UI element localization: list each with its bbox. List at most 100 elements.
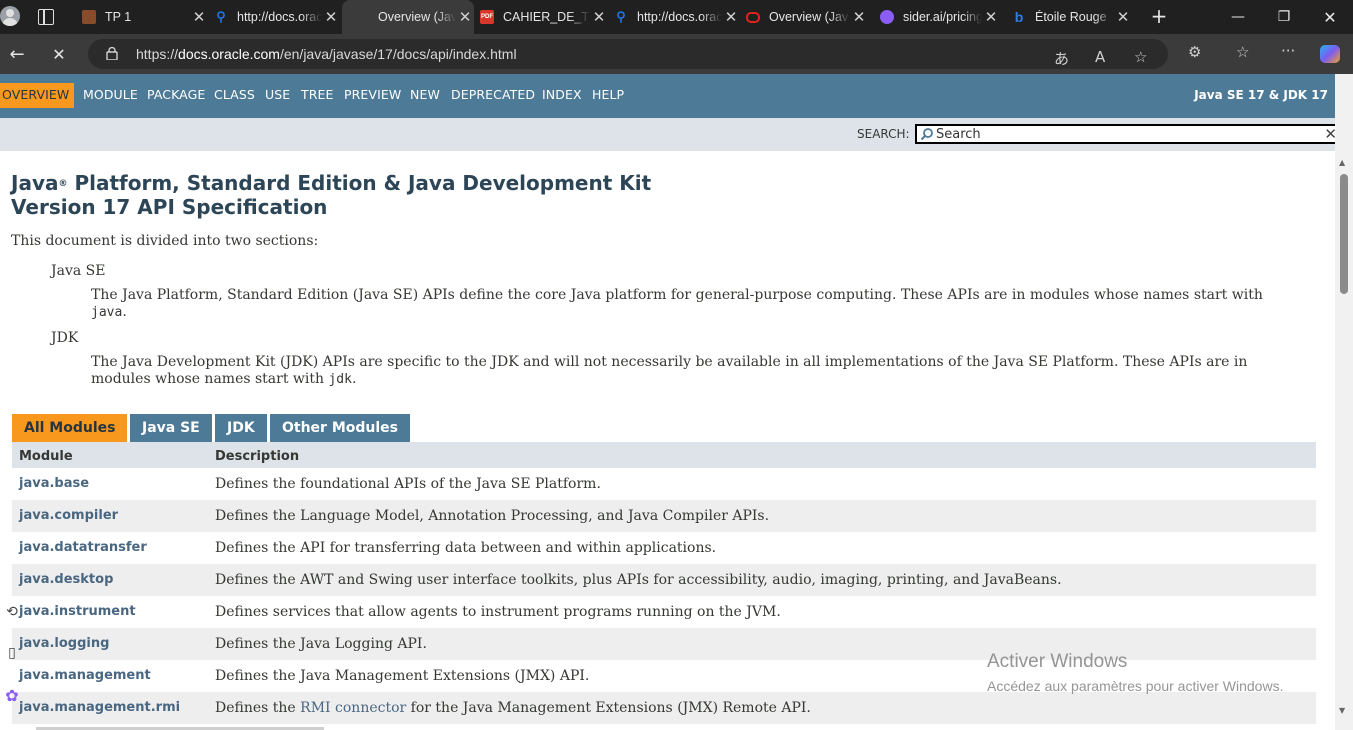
nav-class[interactable]: CLASS xyxy=(214,87,255,102)
close-tab-icon[interactable]: ✕ xyxy=(590,8,608,26)
tab-title: Overview (Java SE 17) xyxy=(378,10,456,24)
module-description: Defines the AWT and Swing user interface… xyxy=(215,572,1062,588)
browser-tab[interactable]: sider.ai/pricing ✕ xyxy=(880,0,1000,34)
page-title: Java® Platform, Standard Edition & Java … xyxy=(11,171,652,219)
nav-overview[interactable]: OVERVIEW xyxy=(0,83,75,108)
search-input[interactable] xyxy=(936,126,1316,142)
scroll-up-icon[interactable]: ▲ xyxy=(1339,158,1345,167)
section-term-jdk: JDK xyxy=(51,330,79,346)
reader-book-icon[interactable]: ▯ xyxy=(2,643,22,663)
nav-use[interactable]: USE xyxy=(265,87,290,102)
browser-tab[interactable]: Overview (Java SE 17) ✕ xyxy=(746,0,868,34)
nav-module[interactable]: MODULE xyxy=(83,87,138,102)
nav-preview[interactable]: PREVIEW xyxy=(344,87,401,102)
oracle-favicon-icon xyxy=(746,11,760,23)
module-link[interactable]: java.base xyxy=(19,476,89,491)
intro-text: This document is divided into two sectio… xyxy=(11,233,319,249)
module-link[interactable]: java.instrument xyxy=(19,604,136,619)
tp-favicon-icon xyxy=(82,10,96,24)
windows-activation-watermark: Activer Windows Accédez aux paramètres p… xyxy=(987,651,1283,694)
top-navigation: OVERVIEW MODULE PACKAGE CLASS USE TREE P… xyxy=(0,74,1353,118)
table-row: java.desktop Defines the AWT and Swing u… xyxy=(12,564,1316,596)
search-favicon-icon: ⚲ xyxy=(616,9,626,24)
module-link[interactable]: java.management xyxy=(19,668,151,683)
table-row: java.datatransfer Defines the API for tr… xyxy=(12,532,1316,564)
page-scrollbar[interactable]: ▲ ▼ xyxy=(1335,74,1353,730)
nav-deprecated[interactable]: DEPRECATED xyxy=(451,87,535,102)
loading-spinner-icon xyxy=(356,10,370,24)
profile-avatar[interactable] xyxy=(0,6,20,26)
module-link[interactable]: java.desktop xyxy=(19,572,113,587)
search-icon xyxy=(920,128,933,141)
favorite-star-icon[interactable]: ☆ xyxy=(1134,48,1147,66)
close-tab-icon[interactable]: ✕ xyxy=(850,8,868,26)
browser-tab[interactable]: ⚲ http://docs.oracle.com ✕ xyxy=(214,0,340,34)
stop-loading-icon[interactable]: ✕ xyxy=(44,40,74,68)
browser-tab[interactable]: b Étoile Rouge ✕ xyxy=(1012,0,1132,34)
browser-tab-active[interactable]: Overview (Java SE 17) ✕ xyxy=(342,0,474,34)
browser-tab[interactable]: TP 1 ✕ xyxy=(78,0,208,34)
tab-title: TP 1 xyxy=(105,10,132,24)
tab-actions-icon[interactable] xyxy=(38,9,54,25)
module-link[interactable]: java.management.rmi xyxy=(19,700,180,715)
tab-title: Étoile Rouge xyxy=(1035,10,1107,24)
copilot-icon[interactable] xyxy=(1320,45,1340,63)
product-brand: Java SE 17 & JDK 17 xyxy=(1194,88,1328,102)
close-tab-icon[interactable]: ✕ xyxy=(322,8,340,26)
nav-help[interactable]: HELP xyxy=(592,87,624,102)
lock-icon xyxy=(106,47,118,60)
nav-package[interactable]: PACKAGE xyxy=(147,87,205,102)
more-menu-icon[interactable]: ··· xyxy=(1281,42,1295,60)
search-favicon-icon: ⚲ xyxy=(216,9,226,24)
module-link[interactable]: java.compiler xyxy=(19,508,118,523)
back-arrow-icon[interactable]: ← xyxy=(2,40,32,68)
table-row: java.instrument Defines services that al… xyxy=(12,596,1316,628)
table-row: java.base Defines the foundational APIs … xyxy=(12,468,1316,500)
close-tab-icon[interactable]: ✕ xyxy=(190,8,208,26)
address-bar[interactable]: https://docs.oracle.com/en/java/javase/1… xyxy=(88,39,1168,69)
close-tab-icon[interactable]: ✕ xyxy=(722,8,740,26)
nav-new[interactable]: NEW xyxy=(410,87,440,102)
sider-brain-icon[interactable]: ✿ xyxy=(2,685,22,705)
close-tab-icon[interactable]: ✕ xyxy=(456,8,474,26)
sider-favicon-icon xyxy=(880,10,894,24)
extensions-icon[interactable]: ⚙ xyxy=(1188,43,1201,61)
tab-title: Overview (Java SE 17) xyxy=(769,10,850,24)
scroll-down-icon[interactable]: ▼ xyxy=(1339,706,1345,715)
nav-tree[interactable]: TREE xyxy=(301,87,334,102)
tab-other-modules[interactable]: Other Modules xyxy=(270,414,410,442)
column-header-description: Description xyxy=(215,449,300,464)
module-description: Defines the API for transferring data be… xyxy=(215,540,717,556)
nav-index[interactable]: INDEX xyxy=(542,87,582,102)
new-tab-icon[interactable]: + xyxy=(1148,6,1170,28)
sub-navigation: SEARCH: ✕ xyxy=(0,118,1353,151)
tab-java-se[interactable]: Java SE xyxy=(130,414,212,442)
section-term-java-se: Java SE xyxy=(51,263,106,279)
pdf-favicon-icon: PDF xyxy=(480,10,494,24)
tab-title: CAHIER_DE_TP xyxy=(503,10,590,24)
tab-title: http://docs.oracle.com xyxy=(237,10,322,24)
tab-all-modules[interactable]: All Modules xyxy=(12,414,128,442)
main-content: Java® Platform, Standard Edition & Java … xyxy=(0,151,1335,730)
watermark-subtitle: Accédez aux paramètres pour activer Wind… xyxy=(987,678,1284,694)
scrollbar-thumb[interactable] xyxy=(1340,174,1348,294)
module-link[interactable]: java.logging xyxy=(19,636,109,651)
module-link[interactable]: java.datatransfer xyxy=(19,540,147,555)
sider-refresh-icon[interactable]: ⟲ xyxy=(2,602,22,622)
minimize-icon[interactable]: — xyxy=(1215,0,1261,34)
browser-tab[interactable]: ⚲ http://docs.oracle.com ✕ xyxy=(614,0,740,34)
module-description: Defines the Java Management Extensions (… xyxy=(215,668,590,684)
browser-tab[interactable]: PDF CAHIER_DE_TP ✕ xyxy=(480,0,608,34)
restore-icon[interactable]: ❐ xyxy=(1261,0,1307,34)
table-header: Module Description xyxy=(12,442,1316,468)
close-window-icon[interactable]: ✕ xyxy=(1307,0,1353,34)
translate-icon[interactable]: あ xyxy=(1054,48,1069,69)
read-aloud-icon[interactable]: A xyxy=(1095,48,1105,66)
rmi-connector-link[interactable]: RMI connector xyxy=(300,700,406,716)
close-tab-icon[interactable]: ✕ xyxy=(1114,8,1132,26)
table-row: java.management.rmi Defines the RMI conn… xyxy=(12,692,1316,724)
tab-title: sider.ai/pricing xyxy=(903,10,982,24)
close-tab-icon[interactable]: ✕ xyxy=(982,8,1000,26)
favorites-icon[interactable]: ☆ xyxy=(1236,43,1249,61)
tab-jdk[interactable]: JDK xyxy=(215,414,267,442)
